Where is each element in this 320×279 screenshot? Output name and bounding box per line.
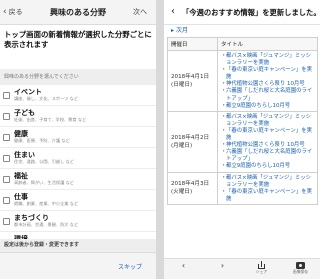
next-month-label: 次月 — [175, 27, 188, 34]
subheading: 興味のある分野を選んでください — [0, 69, 156, 85]
checkbox[interactable] — [3, 196, 10, 204]
navigation-bar: ‹ 「今週のおすすめ情報」を更新しました。 — [164, 0, 320, 25]
table-row: 2018年4月1日(日曜日) ・都バス×映画「ジュマンジ」ミッションラリーを実施… — [167, 50, 318, 112]
interest-settings-screen: ‹ 戻る 興味のある分野 次へ トップ画面の新着情報が選択した分野ごとに表示されま… — [0, 0, 156, 279]
category-item-children[interactable]: 子ども 妊娠、出産、子育て、学校、教育 など — [0, 106, 156, 127]
category-desc: 健康、医療、予防、介護 など — [14, 138, 70, 143]
column-header-date: 開催日 — [167, 37, 218, 51]
category-item-event[interactable]: イベント 講座、催し、文化、スポーツ など — [0, 85, 156, 106]
category-item-housing[interactable]: 住まい 住宅、道路、公園、引越し など — [0, 148, 156, 169]
table-row: 2018年4月3日(火曜日) ・都バス×映画「ジュマンジ」ミッションラリーを実施… — [167, 171, 318, 205]
back-chevron-icon[interactable]: ‹ — [171, 6, 175, 17]
chevron-right-icon: › — [220, 261, 225, 270]
event-link[interactable]: ・都バス×映画「ジュマンジ」ミッションラリーを実施 — [221, 175, 315, 189]
bottom-bar: スキップ — [0, 252, 156, 279]
checkbox[interactable] — [3, 217, 10, 225]
footer-note: 設定は後から登録・変更できます — [0, 239, 156, 252]
category-desc: 高齢者、障がい、生活保護 など — [14, 180, 74, 185]
event-link[interactable]: ・「春の東京い庭キャンペーン」を実施 — [221, 189, 315, 203]
event-link[interactable]: ・「春の東京い庭キャンペーン」を実施 — [221, 67, 315, 81]
event-link-text: 六義園「しだれ桜と大名庭園のライトアップ」 — [226, 149, 313, 163]
event-titles: ・都バス×映画「ジュマンジ」ミッションラリーを実施 ・「春の東京い庭キャンペーン… — [217, 50, 318, 112]
checkbox[interactable] — [3, 175, 10, 183]
event-link[interactable]: ・「春の東京い庭キャンペーン」を実施 — [221, 128, 315, 142]
heading: トップ画面の新着情報が選択した分野ごとに表示されます — [4, 30, 152, 49]
category-name: イベント — [14, 88, 42, 96]
checkbox[interactable] — [3, 133, 10, 141]
event-table: 開催日 タイトル 2018年4月1日(日曜日) ・都バス×映画「ジュマンジ」ミッ… — [167, 37, 318, 205]
category-desc: 講座、催し、文化、スポーツ など — [14, 96, 79, 101]
save-image-button[interactable]: 画像保存 — [287, 261, 315, 274]
category-name: 仕事 — [14, 193, 28, 201]
category-desc: 住宅、道路、公園、引越し など — [14, 159, 74, 164]
event-link-text: 都立9庭園のちらし10月号 — [226, 102, 291, 109]
category-item-welfare[interactable]: 福祉 高齢者、障がい、生活保護 など — [0, 169, 156, 190]
event-date: 2018年4月1日(日曜日) — [167, 50, 218, 112]
event-link[interactable]: ・六義園「しだれ桜と大名庭園のライトアップ」 — [221, 88, 315, 102]
event-link[interactable]: ・六義園「しだれ桜と大名庭園のライトアップ」 — [221, 149, 315, 163]
page-title: 「今週のおすすめ情報」を更新しました。 — [182, 8, 320, 17]
next-button[interactable]: 次へ — [133, 7, 147, 17]
event-link-text: 都バス×映画「ジュマンジ」ミッションラリーを実施 — [226, 53, 311, 67]
event-link[interactable]: ・都バス×映画「ジュマンジ」ミッションラリーを実施 — [221, 114, 315, 128]
share-icon — [258, 261, 265, 269]
event-link-text: 「春の東京い庭キャンペーン」を実施 — [226, 127, 312, 142]
toolbar-label: 画像保存 — [292, 269, 309, 274]
next-month-link[interactable]: ▸ 次月 — [164, 25, 320, 37]
category-desc: 就職、創業、産業、中小企業 など — [14, 201, 79, 206]
category-name: 子ども — [14, 109, 35, 117]
event-link[interactable]: ・都バス×映画「ジュマンジ」ミッションラリーを実施 — [221, 53, 315, 67]
browser-toolbar: ‹ › シェア 画像保存 — [164, 258, 320, 279]
category-item-work[interactable]: 仕事 就職、創業、産業、中小企業 など — [0, 190, 156, 211]
event-date: 2018年4月2日(月曜日) — [167, 110, 218, 173]
checkbox[interactable] — [3, 91, 10, 99]
category-name: 健康 — [14, 130, 28, 138]
category-name: 住まい — [14, 151, 35, 159]
recommendation-screen: ‹ 「今週のおすすめ情報」を更新しました。 ▸ 次月 開催日 タイトル 2018… — [164, 0, 320, 279]
back-button[interactable]: ‹ — [170, 261, 198, 270]
category-desc: 都市計画、交通、景観、防災 など — [14, 222, 79, 227]
chevron-left-icon: ‹ — [181, 261, 186, 270]
table-row: 2018年4月2日(月曜日) ・都バス×映画「ジュマンジ」ミッションラリーを実施… — [167, 110, 318, 173]
category-desc: 妊娠、出産、子育て、学校、教育 など — [14, 117, 87, 122]
event-link-text: 都バス×映画「ジュマンジ」ミッションラリーを実施 — [226, 113, 311, 127]
event-link-text: 都バス×映画「ジュマンジ」ミッションラリーを実施 — [226, 174, 311, 188]
checkbox[interactable] — [3, 154, 10, 162]
checkbox[interactable] — [3, 112, 10, 120]
navigation-bar: ‹ 戻る 興味のある分野 次へ — [0, 0, 156, 25]
category-name: まちづくり — [14, 214, 49, 222]
event-link-text: 六義園「しだれ桜と大名庭園のライトアップ」 — [226, 88, 313, 102]
forward-button[interactable]: › — [209, 261, 237, 270]
arrow-down-icon: ▸ — [171, 27, 175, 34]
event-titles: ・都バス×映画「ジュマンジ」ミッションラリーを実施 ・「春の東京い庭キャンペーン… — [217, 110, 318, 173]
share-button[interactable]: シェア — [248, 261, 276, 274]
camera-icon — [296, 262, 305, 269]
event-link-text: 「春の東京い庭キャンペーン」を実施 — [226, 67, 312, 81]
toolbar-label: シェア — [255, 269, 268, 274]
table-header-row: 開催日 タイトル — [167, 37, 318, 51]
column-header-title: タイトル — [217, 37, 318, 51]
category-name: 福祉 — [14, 172, 28, 180]
category-item-town[interactable]: まちづくり 都市計画、交通、景観、防災 など — [0, 211, 156, 232]
event-link[interactable]: ・都立9庭園のちらし10月号 — [221, 103, 315, 110]
event-link-text: 「春の東京い庭キャンペーン」を実施 — [226, 188, 312, 202]
category-item-health[interactable]: 健康 健康、医療、予防、介護 など — [0, 127, 156, 148]
event-link[interactable]: ・都立9庭園のちらし10月号 — [221, 163, 315, 170]
event-titles: ・都バス×映画「ジュマンジ」ミッションラリーを実施 ・「春の東京い庭キャンペーン… — [217, 171, 318, 205]
skip-button[interactable]: スキップ — [118, 262, 142, 271]
event-link-text: 都立9庭園のちらし10月号 — [226, 163, 291, 170]
event-date: 2018年4月3日(火曜日) — [167, 171, 218, 205]
